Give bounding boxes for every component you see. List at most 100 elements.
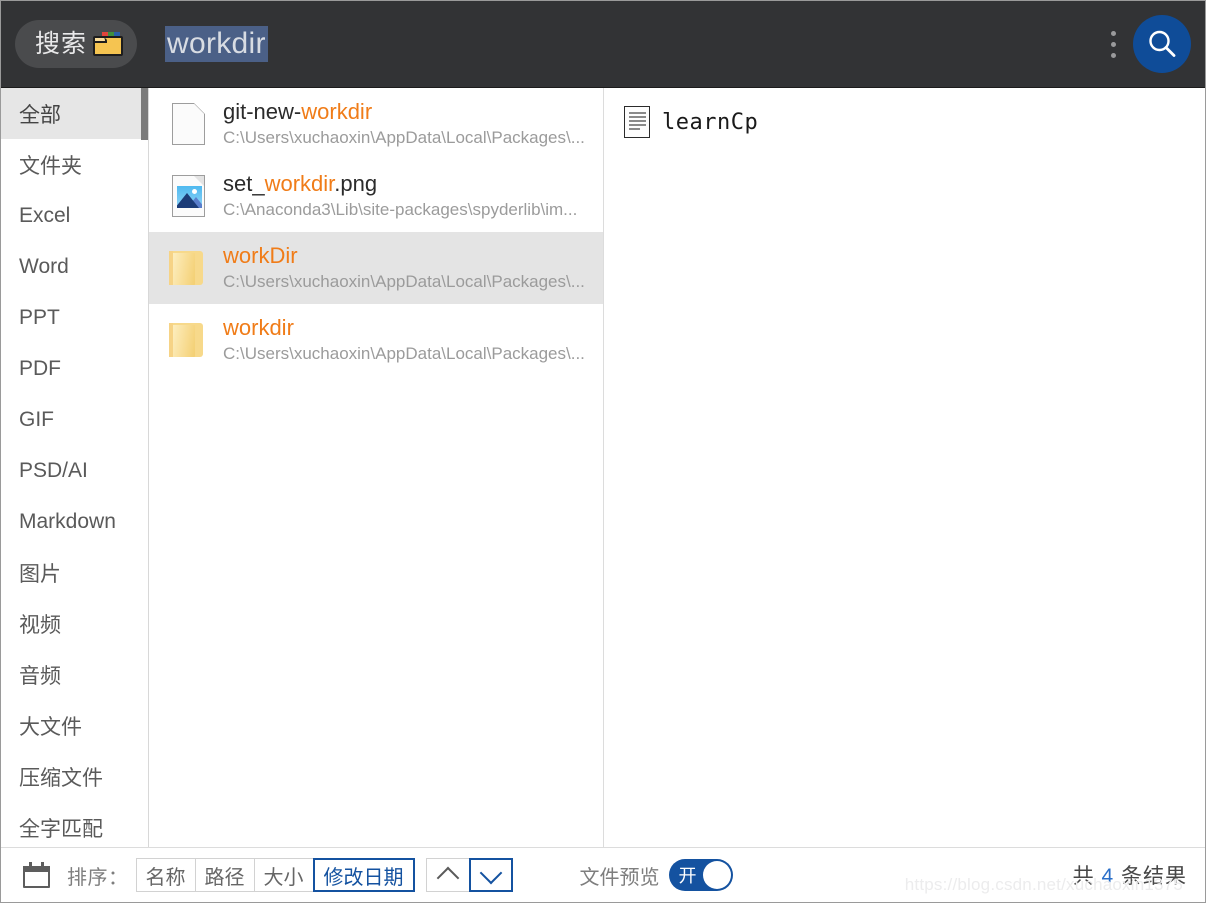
table-row[interactable]: set_workdir.png C:\Anaconda3\Lib\site-pa… — [149, 160, 603, 232]
result-path: C:\Users\xuchaoxin\AppData\Local\Package… — [223, 344, 585, 364]
chevron-up-icon — [436, 866, 459, 889]
sort-label: 排序： — [67, 866, 129, 889]
result-name-match: workdir — [264, 170, 335, 196]
sidebar-item-all[interactable]: 全部 — [1, 88, 148, 139]
sidebar-item-label: 压缩文件 — [19, 766, 103, 790]
search-input[interactable]: workdir — [165, 25, 268, 63]
sidebar-item-label: GIF — [19, 407, 54, 431]
sidebar-item-label: Markdown — [19, 509, 116, 533]
preview-file-entry[interactable]: learnCp — [624, 106, 1205, 138]
result-name-prefix: git-new- — [223, 98, 302, 124]
folder-color-icon — [93, 32, 124, 56]
file-preview-toggle-state: 开 — [678, 866, 697, 886]
search-input-wrapper[interactable]: workdir — [165, 25, 268, 63]
result-icon — [162, 103, 214, 145]
preview-file-name: learnCp — [662, 109, 759, 135]
sort-by-name-button[interactable]: 名称 — [135, 858, 196, 892]
sidebar-item-large-file[interactable]: 大文件 — [1, 700, 148, 751]
sort-ascending-button[interactable] — [425, 858, 470, 892]
table-row[interactable]: git-new-workdir C:\Users\xuchaoxin\AppDa… — [149, 88, 603, 160]
sidebar-scrollbar[interactable] — [141, 88, 148, 140]
folder-icon — [169, 251, 207, 285]
app-header: 搜索 workdir — [1, 1, 1205, 87]
app-footer: 排序： 名称 路径 大小 修改日期 文件预览 开 共 4 条结果 https:/… — [1, 847, 1205, 902]
sidebar-item-label: PDF — [19, 356, 61, 380]
file-preview-panel: learnCp — [604, 88, 1205, 847]
sidebar-item-label: 视频 — [19, 613, 61, 637]
result-text: set_workdir.png C:\Anaconda3\Lib\site-pa… — [214, 170, 577, 222]
result-name-match: workdir — [223, 314, 294, 340]
search-results-list: git-new-workdir C:\Users\xuchaoxin\AppDa… — [149, 88, 604, 847]
result-text: workDir C:\Users\xuchaoxin\AppData\Local… — [214, 242, 585, 294]
table-row[interactable]: workDir C:\Users\xuchaoxin\AppData\Local… — [149, 232, 603, 304]
result-path: C:\Users\xuchaoxin\AppData\Local\Package… — [223, 128, 585, 148]
sidebar-item-excel[interactable]: Excel — [1, 190, 148, 241]
sidebar-item-gif[interactable]: GIF — [1, 394, 148, 445]
sidebar-item-image[interactable]: 图片 — [1, 547, 148, 598]
result-icon — [162, 251, 214, 285]
file-preview-toggle[interactable]: 开 — [668, 859, 733, 891]
result-name-match: workDir — [223, 242, 298, 268]
sidebar-item-exact-match[interactable]: 全字匹配 — [1, 802, 148, 847]
sidebar-item-psd-ai[interactable]: PSD/AI — [1, 445, 148, 496]
calendar-icon[interactable] — [23, 862, 50, 888]
sidebar-item-label: PPT — [19, 305, 60, 329]
result-name: workDir — [223, 242, 585, 270]
search-icon — [1149, 30, 1176, 57]
file-preview-label: 文件预览 — [579, 866, 660, 889]
search-scope-pill[interactable]: 搜索 — [15, 20, 138, 68]
table-row[interactable]: workdir C:\Users\xuchaoxin\AppData\Local… — [149, 304, 603, 376]
sidebar-item-archive[interactable]: 压缩文件 — [1, 751, 148, 802]
chevron-down-icon — [479, 861, 502, 884]
result-count: 共 4 条结果 — [1073, 860, 1187, 890]
result-count-suffix: 条结果 — [1121, 865, 1187, 888]
sidebar-item-pdf[interactable]: PDF — [1, 343, 148, 394]
results-scrollbar[interactable] — [597, 88, 603, 847]
sidebar-item-ppt[interactable]: PPT — [1, 292, 148, 343]
search-pill-label: 搜索 — [35, 29, 88, 58]
result-icon — [162, 175, 214, 217]
result-count-number: 4 — [1101, 865, 1115, 888]
result-name-prefix: set_ — [223, 170, 265, 196]
result-name: workdir — [223, 314, 585, 342]
result-icon — [162, 323, 214, 357]
result-path: C:\Anaconda3\Lib\site-packages\spyderlib… — [223, 200, 578, 220]
result-name: set_workdir.png — [223, 170, 577, 198]
file-preview-toggle-wrapper: 文件预览 开 — [580, 859, 733, 891]
filter-sidebar: 全部 文件夹 Excel Word PPT PDF GIF PSD/AI Mar… — [1, 88, 149, 847]
sort-by-modified-date-button[interactable]: 修改日期 — [312, 858, 415, 892]
sidebar-item-markdown[interactable]: Markdown — [1, 496, 148, 547]
sort-by-path-button[interactable]: 路径 — [194, 858, 255, 892]
sort-by-size-button[interactable]: 大小 — [253, 858, 314, 892]
toggle-knob — [702, 861, 731, 889]
app-body: 全部 文件夹 Excel Word PPT PDF GIF PSD/AI Mar… — [1, 87, 1205, 847]
sidebar-item-folder[interactable]: 文件夹 — [1, 139, 148, 190]
image-file-icon — [171, 175, 205, 217]
sidebar-item-word[interactable]: Word — [1, 241, 148, 292]
kebab-menu-icon[interactable] — [1103, 24, 1123, 64]
sort-direction-group — [425, 858, 513, 892]
sidebar-item-label: 全字匹配 — [19, 817, 103, 841]
sidebar-item-video[interactable]: 视频 — [1, 598, 148, 649]
result-name: git-new-workdir — [223, 98, 585, 126]
search-button[interactable] — [1133, 15, 1191, 73]
text-document-icon — [624, 106, 650, 138]
result-name-match: workdir — [301, 98, 373, 124]
sidebar-item-label: PSD/AI — [19, 458, 88, 482]
header-actions — [1103, 1, 1205, 87]
result-name-suffix: .png — [334, 170, 378, 196]
sort-options-group: 名称 路径 大小 修改日期 — [135, 858, 415, 892]
document-icon — [171, 103, 205, 145]
result-text: workdir C:\Users\xuchaoxin\AppData\Local… — [214, 314, 585, 366]
search-app-window: 搜索 workdir 全部 文件夹 Excel Word PPT PDF GIF… — [0, 0, 1206, 903]
sidebar-item-label: 全部 — [19, 103, 61, 127]
sort-descending-button[interactable] — [468, 858, 513, 892]
result-text: git-new-workdir C:\Users\xuchaoxin\AppDa… — [214, 98, 585, 150]
sidebar-item-audio[interactable]: 音频 — [1, 649, 148, 700]
sidebar-item-label: Excel — [19, 203, 71, 227]
result-path: C:\Users\xuchaoxin\AppData\Local\Package… — [223, 272, 585, 292]
sidebar-item-label: 音频 — [19, 664, 61, 688]
result-count-prefix: 共 — [1072, 865, 1095, 888]
folder-icon — [169, 323, 207, 357]
sidebar-item-label: 图片 — [19, 562, 61, 586]
